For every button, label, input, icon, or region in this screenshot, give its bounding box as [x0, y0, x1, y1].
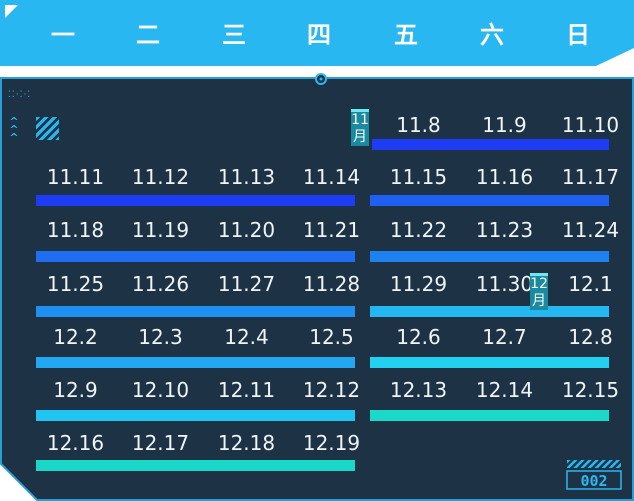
- day-cell[interactable]: 12.15: [548, 379, 633, 401]
- weekday-label: 二: [136, 21, 160, 49]
- week-bar: [370, 306, 609, 317]
- week-bar: [370, 410, 609, 421]
- footer-code-text: 002: [580, 472, 607, 490]
- footer-code-badge: 002: [566, 460, 622, 490]
- day-cell[interactable]: 11.11: [33, 166, 118, 188]
- day-cell[interactable]: 11.26: [118, 273, 203, 295]
- week-bar: [370, 357, 609, 368]
- day-cell[interactable]: 11.27: [204, 273, 289, 295]
- day-cell[interactable]: 12.3: [118, 326, 203, 348]
- day-cell[interactable]: 12.19: [289, 432, 374, 454]
- day-cell[interactable]: 11.19: [118, 219, 203, 241]
- day-cell[interactable]: 12.4: [204, 326, 289, 348]
- dots-decoration-icon: ⁚⁚·⁚·⁚: [8, 90, 32, 100]
- day-cell[interactable]: 11.29: [376, 273, 461, 295]
- week-bar: [36, 306, 355, 317]
- week-bar: [372, 139, 609, 150]
- day-cell[interactable]: 11.17: [548, 166, 633, 188]
- hatch-decoration-icon: [36, 117, 59, 140]
- day-cell[interactable]: 11.20: [204, 219, 289, 241]
- day-cell[interactable]: 12.17: [118, 432, 203, 454]
- day-cell[interactable]: 12.13: [376, 379, 461, 401]
- week-bar: [36, 357, 355, 368]
- connector-node-icon: [315, 73, 327, 85]
- weekday-label: 一: [51, 21, 75, 49]
- day-cell[interactable]: 12.6: [376, 326, 461, 348]
- day-cell[interactable]: 12.7: [462, 326, 547, 348]
- day-cell[interactable]: 12.1: [548, 273, 633, 295]
- day-cell[interactable]: 11.28: [289, 273, 374, 295]
- day-cell[interactable]: 11.22: [376, 219, 461, 241]
- month-tag: 12月: [530, 273, 548, 310]
- weekday-label: 四: [307, 21, 331, 49]
- day-cell[interactable]: 12.12: [289, 379, 374, 401]
- day-cell[interactable]: 11.8: [376, 114, 461, 136]
- day-cell[interactable]: 12.8: [548, 326, 633, 348]
- day-cell[interactable]: 12.14: [462, 379, 547, 401]
- header-corner-mark: [5, 5, 18, 18]
- week-bar: [36, 410, 355, 421]
- weekday-label: 日: [566, 21, 590, 49]
- weekday-label: 五: [394, 21, 418, 49]
- day-cell[interactable]: 12.2: [33, 326, 118, 348]
- chevron-up-icon: ^: [9, 131, 19, 144]
- day-cell[interactable]: 11.18: [33, 219, 118, 241]
- day-cell[interactable]: 11.9: [462, 114, 547, 136]
- week-bar: [36, 195, 355, 206]
- day-cell[interactable]: 12.9: [33, 379, 118, 401]
- day-cell[interactable]: 11.25: [33, 273, 118, 295]
- day-cell[interactable]: 11.16: [462, 166, 547, 188]
- day-cell[interactable]: 11.12: [118, 166, 203, 188]
- week-bar: [36, 460, 355, 471]
- week-bar: [370, 251, 609, 262]
- weekday-label: 六: [480, 21, 504, 49]
- day-cell[interactable]: 12.11: [204, 379, 289, 401]
- day-cell[interactable]: 11.15: [376, 166, 461, 188]
- day-cell[interactable]: 12.10: [118, 379, 203, 401]
- day-cell[interactable]: 11.23: [462, 219, 547, 241]
- day-cell[interactable]: 11.10: [548, 114, 633, 136]
- day-cell[interactable]: 12.18: [204, 432, 289, 454]
- day-cell[interactable]: 11.13: [204, 166, 289, 188]
- week-bar: [370, 195, 609, 206]
- day-cell[interactable]: 11.21: [289, 219, 374, 241]
- day-cell[interactable]: 11.24: [548, 219, 633, 241]
- month-tag: 11月: [351, 109, 369, 146]
- day-cell[interactable]: 12.5: [289, 326, 374, 348]
- weekday-label: 三: [222, 21, 246, 49]
- week-bar: [36, 251, 355, 262]
- day-cell[interactable]: 11.14: [289, 166, 374, 188]
- day-cell[interactable]: 12.16: [33, 432, 118, 454]
